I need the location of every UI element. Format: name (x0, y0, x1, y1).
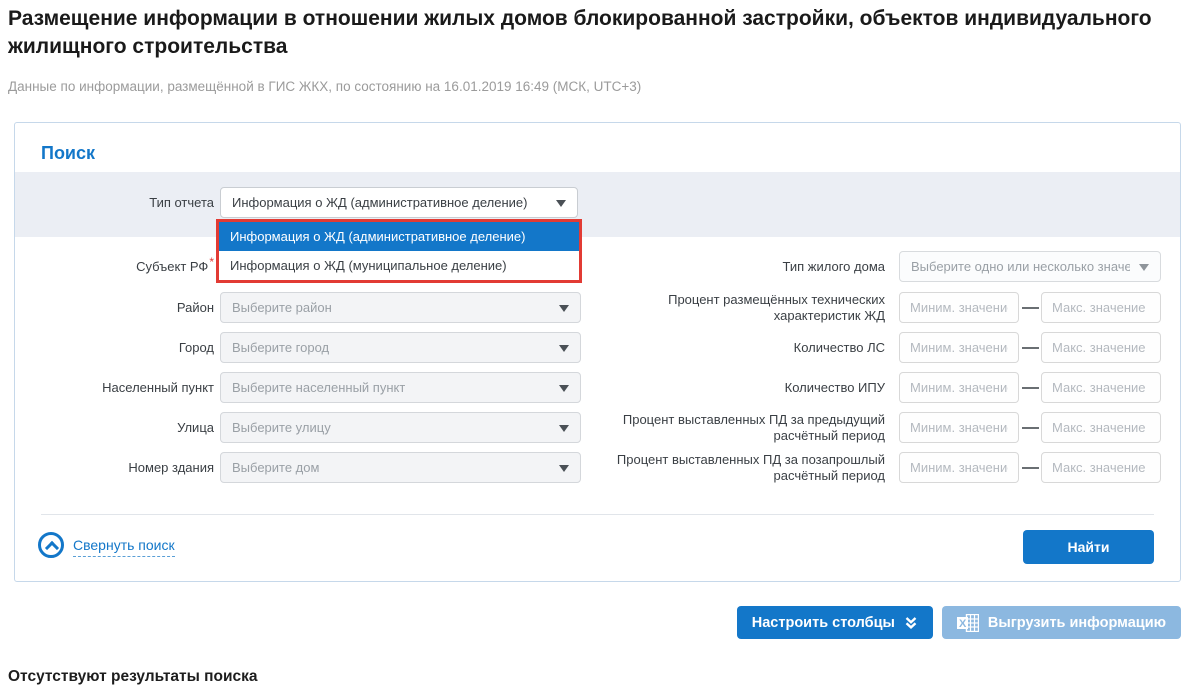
chevron-down-icon (559, 465, 569, 472)
search-panel: Поиск Тип отчета Информация о ЖД (админи… (14, 122, 1181, 582)
range-dash (1022, 347, 1039, 349)
subject-rf-label: Субъект РФ* (15, 251, 214, 282)
required-asterisk: * (209, 255, 214, 269)
street-select[interactable]: Выберите улицу (220, 412, 581, 443)
report-type-label: Тип отчета (15, 187, 214, 218)
pd-prev-percent-label: Процент выставленных ПД за предыдущий ра… (613, 412, 885, 443)
chevron-down-icon (556, 200, 566, 207)
house-type-select[interactable]: Выберите одно или несколько значен... (899, 251, 1161, 282)
district-select[interactable]: Выберите район (220, 292, 581, 323)
city-placeholder: Выберите город (232, 340, 329, 355)
no-results-message: Отсутствуют результаты поиска (8, 668, 258, 686)
tech-percent-max-input[interactable] (1041, 292, 1161, 323)
export-info-button[interactable]: X Выгрузить информацию (942, 606, 1181, 639)
street-placeholder: Выберите улицу (232, 420, 331, 435)
search-panel-title: Поиск (41, 143, 95, 164)
chevron-down-icon (559, 425, 569, 432)
excel-icon: X (957, 614, 979, 632)
chevron-down-icon (559, 345, 569, 352)
city-select[interactable]: Выберите город (220, 332, 581, 363)
building-number-label: Номер здания (15, 452, 214, 483)
ipu-count-min-input[interactable] (899, 372, 1019, 403)
panel-separator (41, 514, 1154, 515)
report-type-dropdown-list: Информация о ЖД (административное делени… (216, 219, 582, 283)
tech-percent-label: Процент размещённых технических характер… (613, 292, 885, 323)
collapse-circle-icon[interactable] (38, 532, 64, 558)
ls-count-max-input[interactable] (1041, 332, 1161, 363)
actions-row: Настроить столбцы X Выгрузить информацию (14, 606, 1181, 639)
dropdown-option-municipal[interactable]: Информация о ЖД (муниципальное деление) (219, 251, 579, 280)
pd-prev-percent-min-input[interactable] (899, 412, 1019, 443)
pd-before-prev-percent-max-input[interactable] (1041, 452, 1161, 483)
house-type-label: Тип жилого дома (613, 251, 885, 282)
chevron-up-icon (44, 540, 58, 554)
page-title: Размещение информации в отношении жилых … (8, 5, 1188, 61)
range-dash (1022, 307, 1039, 309)
pd-prev-percent-max-input[interactable] (1041, 412, 1161, 443)
ls-count-label: Количество ЛС (613, 332, 885, 363)
ipu-count-max-input[interactable] (1041, 372, 1161, 403)
settlement-label: Населенный пункт (15, 372, 214, 403)
settlement-select[interactable]: Выберите населенный пункт (220, 372, 581, 403)
dropdown-option-administrative[interactable]: Информация о ЖД (административное делени… (219, 222, 579, 251)
chevron-down-icon (1139, 264, 1149, 271)
report-type-select[interactable]: Информация о ЖД (административное делени… (220, 187, 578, 218)
page-subtitle: Данные по информации, размещённой в ГИС … (8, 79, 641, 94)
range-dash (1022, 427, 1039, 429)
find-button[interactable]: Найти (1023, 530, 1154, 564)
range-dash (1022, 467, 1039, 469)
chevron-down-icon (559, 385, 569, 392)
district-label: Район (15, 292, 214, 323)
svg-text:X: X (959, 618, 967, 630)
pd-before-prev-percent-min-input[interactable] (899, 452, 1019, 483)
subject-rf-label-text: Субъект РФ (136, 259, 208, 274)
ipu-count-label: Количество ИПУ (613, 372, 885, 403)
pd-before-prev-percent-label: Процент выставленных ПД за позапрошлый р… (613, 452, 885, 483)
house-type-placeholder: Выберите одно или несколько значен... (911, 259, 1130, 274)
building-number-select[interactable]: Выберите дом (220, 452, 581, 483)
building-number-placeholder: Выберите дом (232, 460, 319, 475)
ls-count-min-input[interactable] (899, 332, 1019, 363)
chevron-down-icon (559, 305, 569, 312)
double-chevron-down-icon (904, 616, 918, 630)
configure-columns-button[interactable]: Настроить столбцы (737, 606, 933, 639)
city-label: Город (15, 332, 214, 363)
range-dash (1022, 387, 1039, 389)
district-placeholder: Выберите район (232, 300, 332, 315)
tech-percent-min-input[interactable] (899, 292, 1019, 323)
settlement-placeholder: Выберите населенный пункт (232, 380, 405, 395)
configure-columns-label: Настроить столбцы (752, 615, 895, 631)
export-info-label: Выгрузить информацию (988, 615, 1166, 631)
street-label: Улица (15, 412, 214, 443)
collapse-search-link[interactable]: Свернуть поиск (73, 537, 175, 557)
report-type-value: Информация о ЖД (административное делени… (232, 195, 527, 210)
